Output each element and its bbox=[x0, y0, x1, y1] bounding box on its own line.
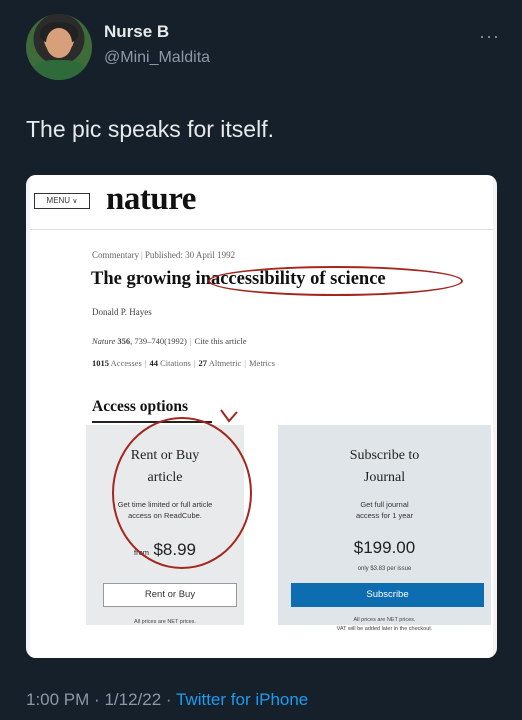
rent-highlight-circle bbox=[112, 417, 252, 569]
volume-number: 356 bbox=[117, 336, 131, 346]
cite-link[interactable]: Cite this article bbox=[195, 336, 247, 346]
journal-name: Nature bbox=[92, 336, 116, 346]
subscribe-desc-line-2: access for 1 year bbox=[355, 511, 414, 520]
subscribe-title-line-1: Subscribe to bbox=[349, 448, 420, 463]
dot-separator: · bbox=[165, 690, 176, 709]
subscribe-desc-line-1: Get full journal bbox=[360, 500, 409, 509]
ellipsis-icon[interactable]: ··· bbox=[479, 26, 500, 47]
menu-button[interactable]: MENU ∨ bbox=[34, 193, 90, 209]
rent-or-buy-button[interactable]: Rent or Buy bbox=[103, 583, 237, 607]
nature-logo[interactable]: nature bbox=[106, 181, 196, 218]
subscribe-fine-print-line-1: All prices are NET prices. bbox=[353, 617, 416, 623]
menu-label: MENU bbox=[46, 196, 71, 205]
subscribe-price-amount: $199.00 bbox=[353, 538, 416, 557]
title-part-1: The growing bbox=[91, 269, 191, 289]
altmetric-count: 27 bbox=[198, 358, 208, 368]
author-handle[interactable]: @Mini_Maldita bbox=[104, 49, 210, 67]
tweet-image[interactable]: MENU ∨ nature Commentary | Published: 30 A… bbox=[26, 175, 497, 658]
article-type: Commentary bbox=[92, 250, 139, 260]
citations-count: 44 bbox=[149, 358, 159, 368]
subscribe-button[interactable]: Subscribe bbox=[291, 583, 484, 607]
citation-line: Nature 356, 739–740(1992) | Cite this arti… bbox=[92, 336, 247, 346]
title-highlight-circle bbox=[208, 266, 463, 296]
chevron-down-icon: ∨ bbox=[72, 198, 78, 205]
nature-header: MENU ∨ nature bbox=[30, 175, 493, 230]
subscribe-price: $199.00 bbox=[278, 538, 491, 558]
tweet-date[interactable]: 1/12/22 bbox=[104, 690, 161, 709]
avatar-face bbox=[46, 28, 72, 58]
article-meta: Commentary | Published: 30 April 1992 bbox=[92, 250, 236, 260]
nature-article-page: MENU ∨ nature Commentary | Published: 30 A… bbox=[30, 175, 493, 658]
published-date: Published: 30 April 1992 bbox=[144, 250, 236, 260]
dot-separator: · bbox=[94, 690, 105, 709]
access-options-heading: Access options bbox=[92, 398, 189, 415]
accesses-label: Accesses bbox=[110, 358, 142, 368]
subscribe-option-box: Subscribe to Journal Get full journal ac… bbox=[278, 425, 491, 632]
subscribe-fine-print-line-2: VAT will be added later in the checkout. bbox=[336, 626, 433, 632]
price-per-issue: only $3.83 per issue bbox=[357, 566, 412, 572]
avatar[interactable] bbox=[26, 14, 92, 80]
subscribe-title-line-2: Journal bbox=[363, 470, 406, 485]
tweet-text: The pic speaks for itself. bbox=[26, 116, 274, 142]
article-author[interactable]: Donald P. Hayes bbox=[92, 307, 152, 317]
author-name[interactable]: Nurse B bbox=[104, 22, 169, 42]
page-range: , 739–740(1992) bbox=[130, 336, 187, 346]
avatar-shirt bbox=[32, 60, 86, 80]
accesses-count: 1015 bbox=[92, 358, 109, 368]
rent-fine-print: All prices are NET prices. bbox=[134, 619, 196, 625]
article-metrics: 1015 Accesses | 44 Citations | 27 Altmetric |… bbox=[92, 358, 275, 368]
tweet-time[interactable]: 1:00 PM bbox=[26, 690, 89, 709]
tweet-footer: 1:00 PM · 1/12/22 · Twitter for iPhone bbox=[26, 690, 308, 710]
annotation-stroke-icon bbox=[220, 409, 238, 423]
citations-label: Citations bbox=[160, 358, 191, 368]
tweet-source[interactable]: Twitter for iPhone bbox=[176, 690, 308, 709]
altmetric-label: Altmetric bbox=[208, 358, 242, 368]
metrics-link[interactable]: Metrics bbox=[249, 358, 275, 368]
